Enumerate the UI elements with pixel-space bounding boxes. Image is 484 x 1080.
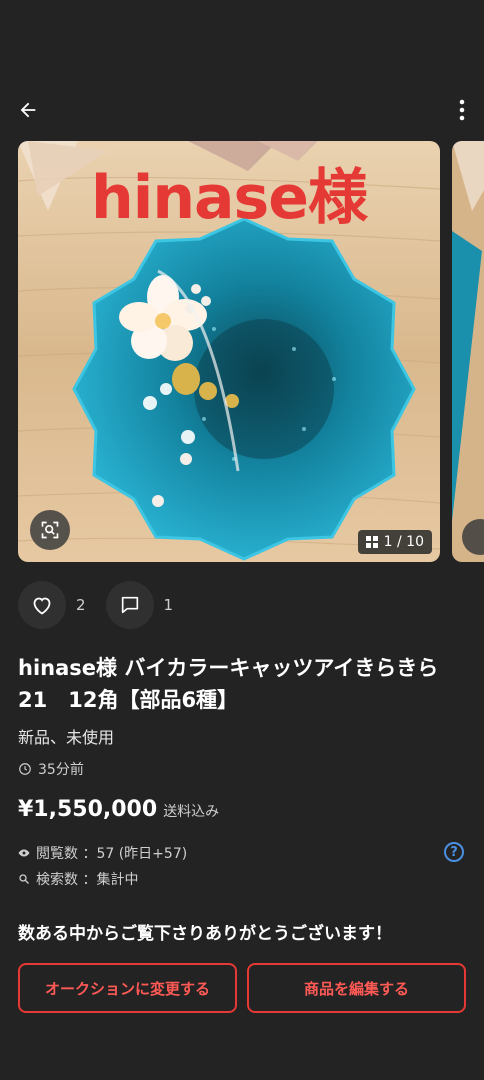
- shipping-label: 送料込み: [163, 804, 220, 820]
- price-row: ¥1,550,000 送料込み: [18, 797, 219, 822]
- like-button[interactable]: [18, 581, 66, 629]
- product-condition: 新品、未使用: [18, 728, 115, 747]
- posted-time: 35分前: [18, 759, 84, 779]
- product-photo[interactable]: hinase様 1 / 10: [18, 141, 440, 562]
- comment-button[interactable]: [105, 581, 154, 629]
- clock-icon: [19, 763, 31, 775]
- arrow-left-icon: [20, 102, 36, 118]
- help-button[interactable]: ?: [444, 842, 464, 862]
- edit-product-button[interactable]: 商品を編集する: [247, 963, 466, 1013]
- posted-time-text: 35分前: [38, 762, 84, 778]
- grid-icon: [365, 536, 378, 548]
- price: ¥1,550,000: [18, 797, 158, 822]
- search-stat-text: 検索数 ：集計中: [36, 872, 139, 888]
- action-row: 2 1: [18, 581, 193, 629]
- comment-count: 1: [163, 596, 174, 614]
- next-product-image: [452, 141, 484, 562]
- top-bar: [0, 88, 484, 132]
- search-stat: 検索数 ：集計中: [18, 869, 138, 889]
- image-search-icon: [41, 521, 59, 539]
- comment-icon: [121, 596, 138, 614]
- more-vert-icon: [459, 99, 465, 121]
- photo-overlay-text: hinase様: [91, 163, 368, 233]
- image-search-button[interactable]: [30, 510, 70, 550]
- view-stat: 閲覧数 ：57 (昨日+57): [18, 843, 187, 863]
- change-to-auction-button[interactable]: オークションに変更する: [18, 963, 237, 1013]
- next-product-photo[interactable]: [452, 141, 484, 562]
- button-row: オークションに変更する 商品を編集する: [18, 963, 466, 1013]
- photo-counter: 1 / 10: [357, 530, 432, 554]
- view-stat-text: 閲覧数 ：57 (昨日+57): [36, 846, 188, 862]
- product-title: hinase様 バイカラーキャッツアイきらきら 21 12角【部品6種】: [18, 656, 460, 712]
- photo-gallery[interactable]: hinase様 1 / 10: [0, 141, 484, 562]
- heart-icon: [33, 597, 51, 615]
- back-button[interactable]: [12, 96, 44, 124]
- search-icon: [19, 874, 29, 884]
- more-options-button[interactable]: [454, 96, 470, 124]
- eye-icon: [18, 849, 30, 857]
- photo-counter-text: 1 / 10: [383, 534, 424, 550]
- like-count: 2: [76, 596, 86, 614]
- seller-message: 数ある中からご覧下さりありがとうございます！: [18, 924, 392, 944]
